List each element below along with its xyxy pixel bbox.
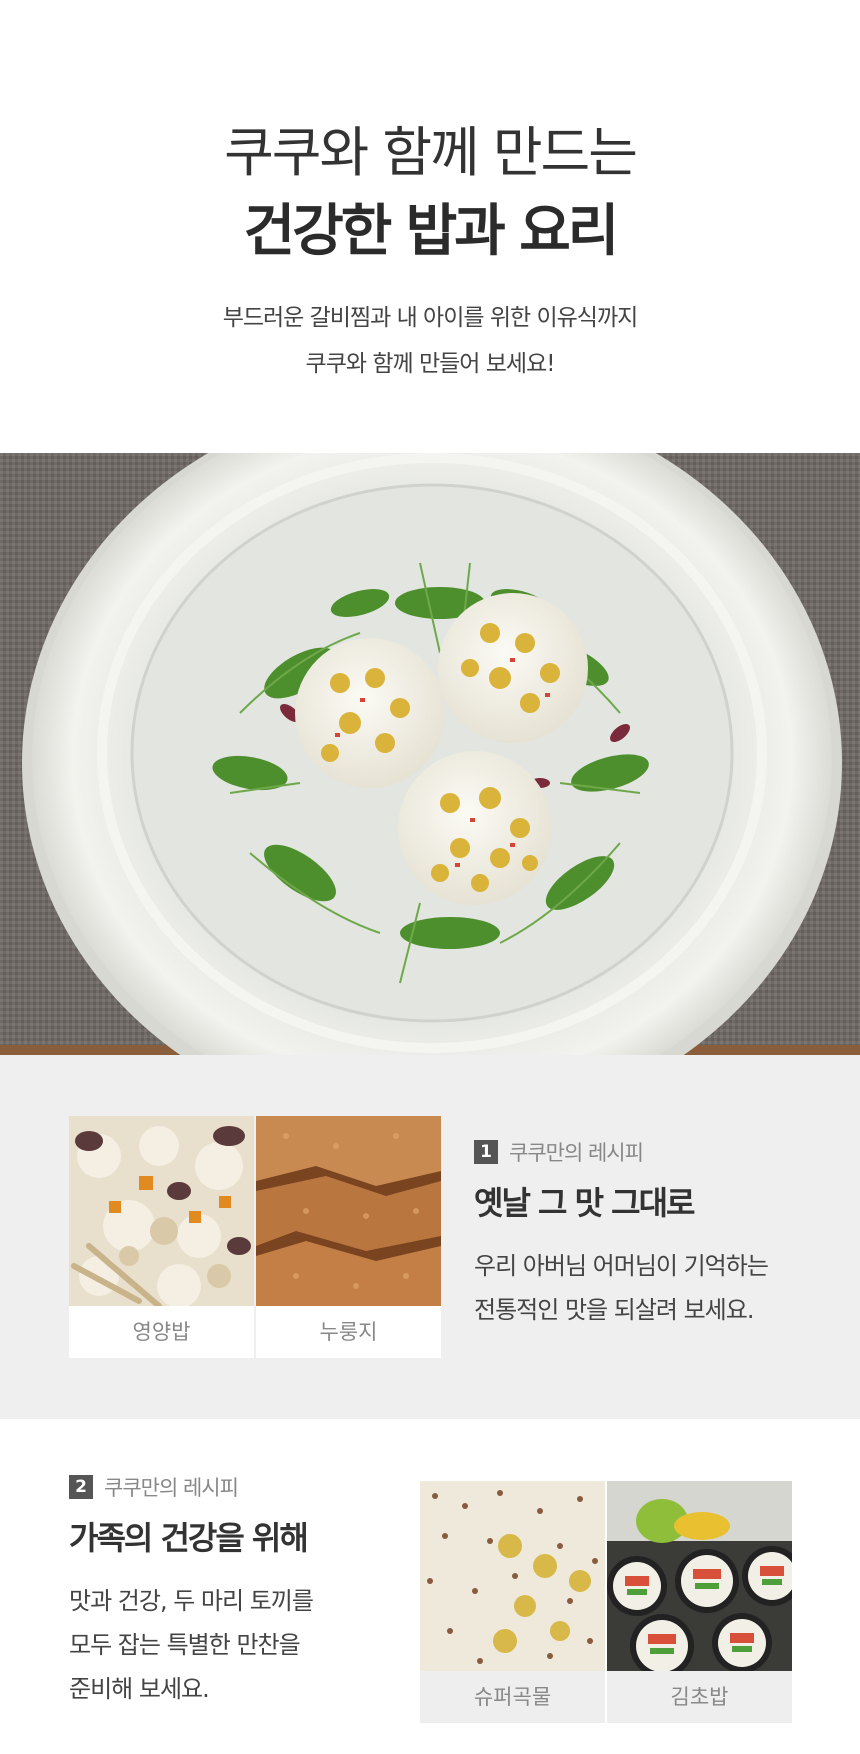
recipe-1-description-line1: 우리 아버님 어머님이 기억하는 [474, 1252, 769, 1280]
recipe-2-title: 가족의 건강을 위해 [69, 1519, 309, 1557]
recipe-2-description-line2: 모두 잡는 특별한 만찬을 [69, 1631, 301, 1659]
recipe-2-badge-row: 2 쿠쿠만의 레시피 [69, 1473, 313, 1501]
recipe-tile-nurungji[interactable]: 누룽지 [256, 1116, 441, 1358]
hero-description-line2: 쿠쿠와 함께 만들어 보세요! [305, 351, 556, 377]
recipe-tile-gimbap[interactable]: 김초밥 [607, 1481, 792, 1723]
recipe-tile-nutrition-rice[interactable]: 영양밥 [69, 1116, 254, 1358]
recipe-1-description-line2: 전통적인 맛을 되살려 보세요. [474, 1296, 754, 1324]
recipe-section-1: 영양밥 누룽지 1 쿠쿠만의 레시피 옛날 그 맛 그대로 우리 아버님 어머님… [0, 1055, 860, 1419]
recipe-2-gallery: 슈퍼곡물 김초밥 [420, 1481, 792, 1723]
recipe-1-item-2-label: 누룽지 [256, 1306, 441, 1358]
recipe-1-item-1-label: 영양밥 [69, 1306, 254, 1358]
recipe-2-item-1-label: 슈퍼곡물 [420, 1671, 605, 1723]
gimbap-photo [607, 1481, 792, 1671]
recipe-2-description: 맛과 건강, 두 마리 토끼를 모두 잡는 특별한 만찬을 준비해 보세요. [69, 1579, 314, 1711]
hero-title-line2: 건강한 밥과 요리 [243, 199, 620, 264]
nutrition-rice-photo [69, 1116, 254, 1306]
hero-title-line1: 쿠쿠와 함께 만드는 [224, 121, 638, 184]
recipe-2-number-badge: 2 [69, 1475, 93, 1499]
super-grain-photo [420, 1481, 605, 1671]
rice-ball-plate-photo [0, 453, 860, 1055]
hero-description-line1: 부드러운 갈비찜과 내 아이를 위한 이유식까지 [222, 305, 639, 331]
nurungji-photo [256, 1116, 441, 1306]
recipe-1-badge-label: 쿠쿠만의 레시피 [509, 1141, 644, 1165]
recipe-tile-super-grain[interactable]: 슈퍼곡물 [420, 1481, 605, 1723]
recipe-2-info: 2 쿠쿠만의 레시피 가족의 건강을 위해 맛과 건강, 두 마리 토끼를 모두… [69, 1473, 314, 1711]
recipe-2-badge-label: 쿠쿠만의 레시피 [104, 1476, 239, 1500]
recipe-2-description-line3: 준비해 보세요. [69, 1675, 210, 1703]
hero-section: 쿠쿠와 함께 만드는 건강한 밥과 요리 부드러운 갈비찜과 내 아이를 위한 … [0, 0, 860, 453]
recipe-1-gallery: 영양밥 누룽지 [69, 1116, 441, 1358]
recipe-2-description-line1: 맛과 건강, 두 마리 토끼를 [69, 1587, 314, 1615]
recipe-1-title: 옛날 그 맛 그대로 [474, 1184, 696, 1222]
recipe-1-number-badge: 1 [474, 1140, 498, 1164]
recipe-1-info: 1 쿠쿠만의 레시피 옛날 그 맛 그대로 우리 아버님 어머님이 기억하는 전… [474, 1138, 769, 1332]
recipe-1-description: 우리 아버님 어머님이 기억하는 전통적인 맛을 되살려 보세요. [474, 1244, 769, 1332]
recipe-section-2: 2 쿠쿠만의 레시피 가족의 건강을 위해 맛과 건강, 두 마리 토끼를 모두… [0, 1419, 860, 1754]
recipe-1-badge-row: 1 쿠쿠만의 레시피 [474, 1138, 768, 1166]
recipe-2-item-2-label: 김초밥 [607, 1671, 792, 1723]
